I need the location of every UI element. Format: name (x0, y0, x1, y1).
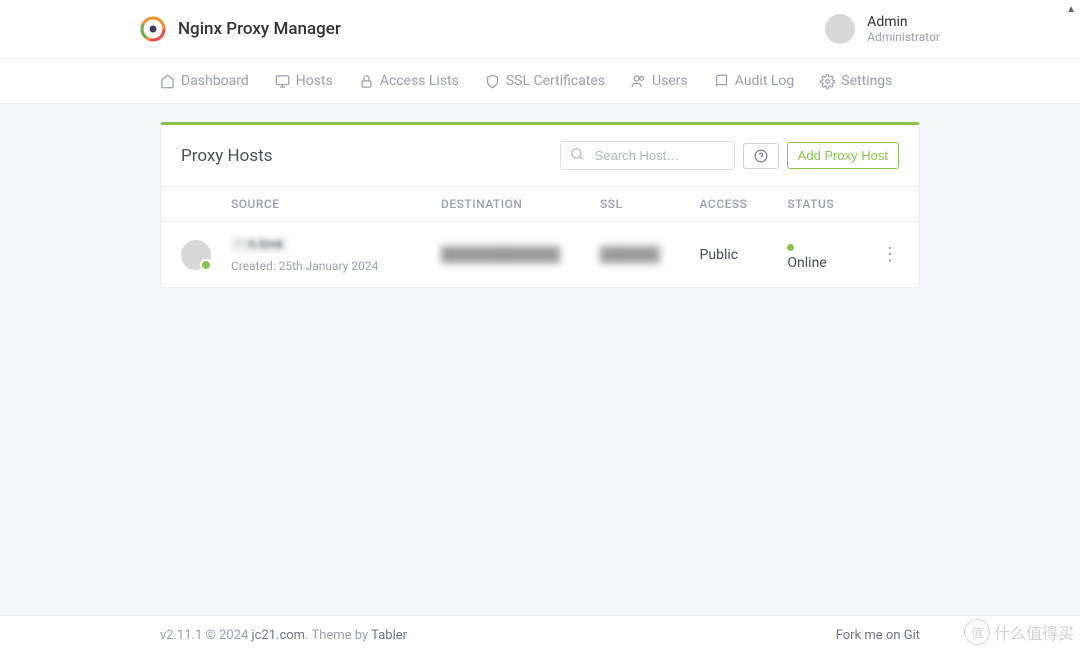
source-domain: ····n.love (231, 236, 287, 253)
nav-label: Dashboard (181, 73, 249, 89)
search-icon (570, 147, 584, 165)
footer-theme-text: . Theme by (305, 628, 371, 643)
proxy-hosts-card: Proxy Hosts Add Proxy Host SOURCE (160, 122, 920, 288)
help-icon (754, 149, 768, 163)
users-icon (631, 74, 646, 89)
app-title: Nginx Proxy Manager (178, 19, 341, 39)
add-proxy-host-button[interactable]: Add Proxy Host (787, 142, 899, 169)
nav-label: Settings (841, 73, 892, 89)
ssl-value: ██████ (600, 246, 660, 263)
lock-icon (359, 74, 374, 89)
source-created: Created: 25th January 2024 (231, 259, 401, 273)
footer-fork-link[interactable]: Fork me on Git (836, 628, 920, 643)
monitor-icon (275, 74, 290, 89)
page-title: Proxy Hosts (181, 146, 272, 166)
nav-audit[interactable]: Audit Log (714, 59, 795, 103)
user-menu[interactable]: Admin Administrator (825, 14, 940, 44)
th-ssl: SSL (580, 187, 680, 222)
footer: v2.11.1 © 2024 jc21.com. Theme by Tabler… (0, 615, 1080, 655)
destination-value: ████████████ (441, 246, 560, 263)
home-icon (160, 74, 175, 89)
nav-hosts[interactable]: Hosts (275, 59, 333, 103)
user-role: Administrator (867, 30, 940, 44)
hosts-table: SOURCE DESTINATION SSL ACCESS STATUS ···… (161, 186, 919, 287)
nav-dashboard[interactable]: Dashboard (160, 59, 249, 103)
nav-label: Access Lists (380, 73, 459, 89)
nav-access-lists[interactable]: Access Lists (359, 59, 459, 103)
nav-label: SSL Certificates (506, 73, 605, 89)
th-access: ACCESS (680, 187, 768, 222)
footer-link-tabler[interactable]: Tabler (371, 628, 407, 643)
brand[interactable]: Nginx Proxy Manager (140, 16, 341, 42)
nav-ssl[interactable]: SSL Certificates (485, 59, 605, 103)
search-input[interactable] (560, 141, 735, 170)
access-value: Public (700, 247, 739, 263)
shield-icon (485, 74, 500, 89)
status-dot-icon (787, 244, 794, 251)
help-button[interactable] (743, 143, 779, 169)
th-source: SOURCE (211, 187, 421, 222)
gear-icon (820, 74, 835, 89)
nav-label: Audit Log (735, 73, 795, 89)
row-menu-button[interactable]: ⋮ (881, 244, 899, 265)
footer-left: v2.11.1 © 2024 jc21.com. Theme by Tabler (160, 628, 407, 643)
user-name: Admin (867, 14, 940, 30)
th-destination: DESTINATION (421, 187, 580, 222)
table-row[interactable]: ····n.love Created: 25th January 2024 ██… (161, 222, 919, 288)
book-icon (714, 74, 729, 89)
nav-label: Hosts (296, 73, 333, 89)
footer-right: Fork me on Git (836, 628, 920, 643)
scroll-up-indicator: ▲ (1066, 4, 1076, 15)
status-value: Online (787, 255, 826, 271)
footer-version: v2.11.1 © 2024 (160, 628, 252, 643)
app-logo-icon (140, 16, 166, 42)
th-status: STATUS (767, 187, 861, 222)
header: Nginx Proxy Manager Admin Administrator (0, 0, 1080, 59)
nav-label: Users (652, 73, 688, 89)
user-avatar-icon (825, 14, 855, 44)
footer-link-jc21[interactable]: jc21.com (252, 628, 306, 643)
nav-settings[interactable]: Settings (820, 59, 892, 103)
row-avatar-icon (181, 240, 211, 270)
main-nav: Dashboard Hosts Access Lists SSL Certifi… (0, 59, 1080, 104)
nav-users[interactable]: Users (631, 59, 688, 103)
